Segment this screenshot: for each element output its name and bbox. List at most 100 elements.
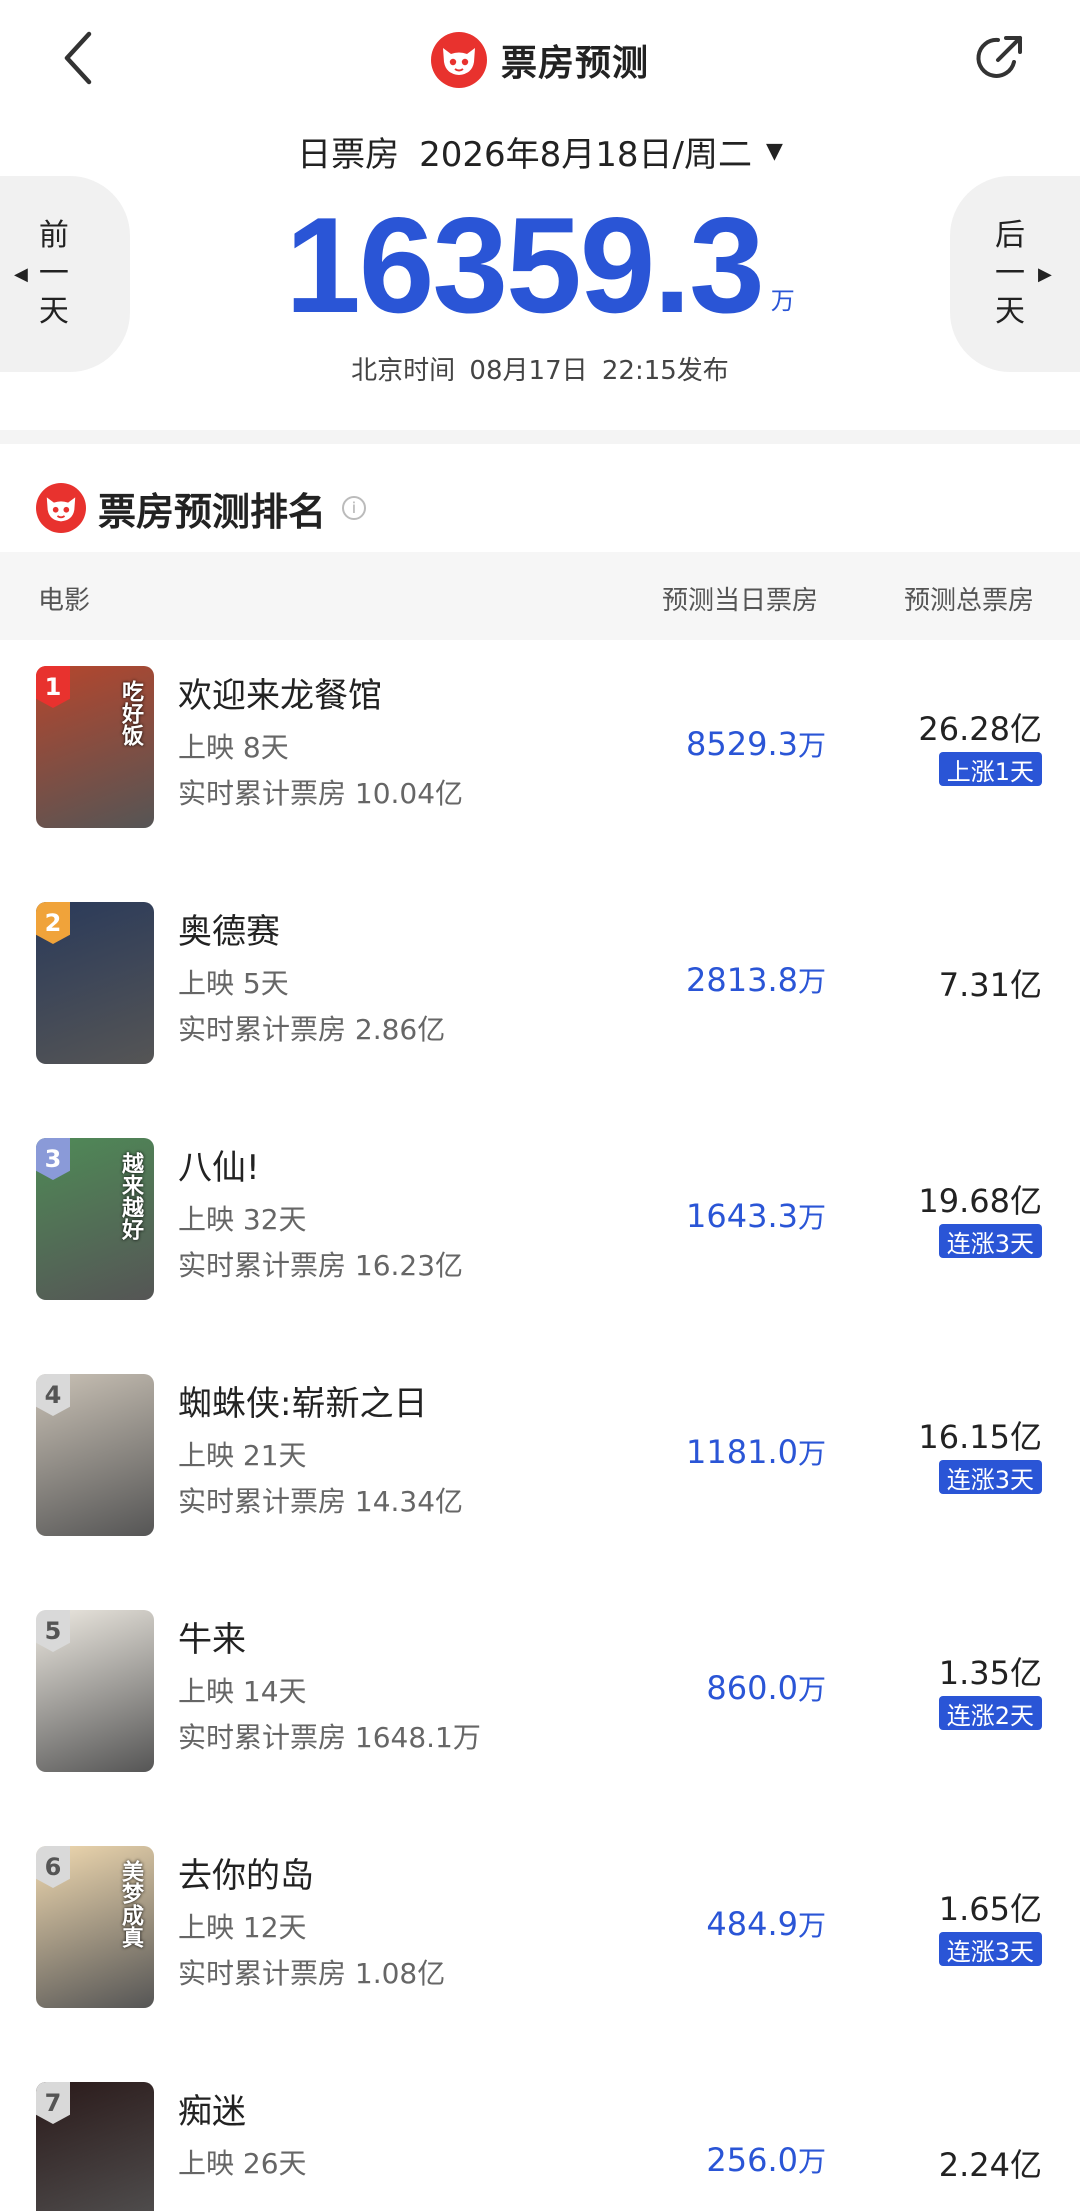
movie-title[interactable]: 牛来 [178, 1612, 246, 1661]
poster-text: 越来越好 [118, 1152, 143, 1240]
predicted-total: 2.24亿 [938, 2146, 1042, 2184]
predicted-daily: 484.9万 [706, 1904, 826, 1944]
cumulative-box-office: 实时累计票房 1.08亿 [178, 1957, 446, 1990]
section-divider [0, 430, 1080, 444]
cumulative-box-office: 实时累计票房 2.86亿 [178, 1013, 446, 1046]
rank-badge: 5 [36, 1610, 70, 1652]
trend-tag: 连涨3天 [938, 1224, 1042, 1258]
column-header-daily[interactable]: 预测当日票房 [662, 580, 818, 617]
column-header-movie: 电影 [38, 586, 91, 616]
predicted-total: 26.28亿 [918, 710, 1042, 748]
predicted-daily: 256.0万 [706, 2140, 826, 2180]
date-selector[interactable]: 日票房 2026年8月18日/周二 ▼ [0, 126, 1080, 176]
info-icon[interactable]: i [342, 496, 367, 520]
movie-poster[interactable]: 4 [36, 1374, 154, 1536]
movie-title[interactable]: 八仙! [178, 1140, 260, 1189]
daily-unit: 万 [797, 965, 826, 998]
daily-unit: 万 [797, 1201, 826, 1234]
trend-tag: 连涨3天 [938, 1932, 1042, 1966]
movie-row[interactable]: 5 牛来上映 14天实时累计票房 1648.1万 860.0万 1.35亿连涨2天 [0, 1584, 1080, 1820]
poster-text: 美梦成真 [118, 1860, 143, 1948]
predicted-total: 1.35亿 [938, 1654, 1042, 1692]
release-days: 上映 8天 [178, 731, 289, 764]
movie-title[interactable]: 去你的岛 [178, 1848, 314, 1897]
movie-poster[interactable]: 7 [36, 2082, 154, 2211]
date-label: 日票房 [297, 134, 400, 175]
movie-title[interactable]: 蜘蛛侠:崭新之日 [178, 1376, 427, 1425]
date-value: 2026年8月18日/周二 [419, 134, 752, 175]
table-header: 电影 预测当日票房 预测总票房 [0, 552, 1080, 640]
predicted-daily: 860.0万 [706, 1668, 826, 1708]
movie-row[interactable]: 2 奥德赛上映 5天实时累计票房 2.86亿 2813.8万 7.31亿 [0, 876, 1080, 1112]
daily-unit: 万 [797, 1437, 826, 1470]
daily-value: 256.0 [706, 2141, 798, 2179]
share-button[interactable] [970, 28, 1030, 88]
predicted-daily: 8529.3万 [686, 724, 826, 764]
daily-value: 8529.3 [686, 725, 798, 763]
rank-badge: 7 [36, 2082, 70, 2124]
movie-title[interactable]: 痴迷 [178, 2084, 246, 2133]
release-days: 上映 26天 [178, 2147, 307, 2180]
daily-value: 860.0 [706, 1669, 798, 1707]
daily-unit: 万 [797, 2145, 826, 2178]
movie-row[interactable]: 1 吃好饭 欢迎来龙餐馆上映 8天实时累计票房 10.04亿 8529.3万 26.28… [0, 640, 1080, 876]
daily-value: 1643.3 [686, 1197, 798, 1235]
rank-badge: 2 [36, 902, 70, 944]
page-title: 票房预测 [500, 43, 649, 84]
movie-row[interactable]: 4 蜘蛛侠:崭新之日上映 21天实时累计票房 14.34亿 1181.0万 16.15… [0, 1348, 1080, 1584]
daily-value: 484.9 [706, 1905, 798, 1943]
publish-time: 北京时间 08月17日 22:15发布 [351, 356, 729, 386]
predicted-total: 19.68亿 [918, 1182, 1042, 1220]
movie-poster[interactable]: 6 美梦成真 [36, 1846, 154, 2008]
cumulative-box-office: 实时累计票房 14.34亿 [178, 1485, 464, 1518]
predicted-total: 16.15亿 [918, 1418, 1042, 1456]
rank-badge: 1 [36, 666, 70, 708]
movie-row[interactable]: 6 美梦成真 去你的岛上映 12天实时累计票房 1.08亿 484.9万 1.65亿连涨… [0, 1820, 1080, 2056]
release-days: 上映 5天 [178, 967, 289, 1000]
total-value: 16359.3 [285, 189, 765, 341]
movie-poster[interactable]: 5 [36, 1610, 154, 1772]
cat-logo-icon [430, 32, 487, 88]
movie-poster[interactable]: 2 [36, 902, 154, 1064]
cumulative-box-office: 实时累计票房 16.23亿 [178, 1249, 464, 1282]
trend-tag: 上涨1天 [938, 752, 1042, 786]
predicted-daily: 1643.3万 [686, 1196, 826, 1236]
daily-unit: 万 [797, 1673, 826, 1706]
release-days: 上映 21天 [178, 1439, 307, 1472]
caret-down-icon: ▼ [765, 138, 783, 164]
predicted-daily: 1181.0万 [686, 1432, 826, 1472]
rank-badge: 6 [36, 1846, 70, 1888]
movie-title[interactable]: 欢迎来龙餐馆 [178, 668, 382, 717]
total-box-office: 16359.3 万 [0, 189, 1080, 341]
movie-row[interactable]: 3 越来越好 八仙! 上映 32天实时累计票房 16.23亿 1643.3万 19.68亿… [0, 1112, 1080, 1348]
rank-badge: 3 [36, 1138, 70, 1180]
share-icon [976, 36, 1022, 78]
cumulative-box-office: 实时累计票房 1648.1万 [178, 1721, 481, 1754]
movie-row[interactable]: 7 痴迷上映 26天 256.0万 2.24亿 [0, 2056, 1080, 2211]
daily-unit: 万 [797, 729, 826, 762]
predicted-total: 1.65亿 [938, 1890, 1042, 1928]
header: 票房预测 日票房 2026年8月18日/周二 ▼ ◀ 前一天 后一天 ▶ 163… [0, 0, 1080, 420]
movie-title[interactable]: 奥德赛 [178, 904, 280, 953]
total-unit: 万 [770, 287, 795, 315]
predicted-total: 7.31亿 [938, 966, 1042, 1004]
column-header-total[interactable]: 预测总票房 [904, 580, 1034, 617]
release-days: 上映 32天 [178, 1203, 307, 1236]
movie-poster[interactable]: 1 吃好饭 [36, 666, 154, 828]
title-bar: 票房预测 [0, 30, 1080, 90]
predicted-daily: 2813.8万 [686, 960, 826, 1000]
release-days: 上映 14天 [178, 1675, 307, 1708]
trend-tag: 连涨2天 [938, 1696, 1042, 1730]
poster-text: 吃好饭 [118, 680, 143, 746]
cat-logo-icon [36, 483, 86, 533]
movie-poster[interactable]: 3 越来越好 [36, 1138, 154, 1300]
release-days: 上映 12天 [178, 1911, 307, 1944]
daily-unit: 万 [797, 1909, 826, 1942]
daily-value: 2813.8 [686, 961, 798, 999]
rank-badge: 4 [36, 1374, 70, 1416]
ranking-header: 票房预测排名 i [36, 478, 367, 538]
trend-tag: 连涨3天 [938, 1460, 1042, 1494]
cumulative-box-office: 实时累计票房 10.04亿 [178, 777, 464, 810]
ranking-title: 票房预测排名 [98, 489, 327, 534]
daily-value: 1181.0 [686, 1433, 798, 1471]
